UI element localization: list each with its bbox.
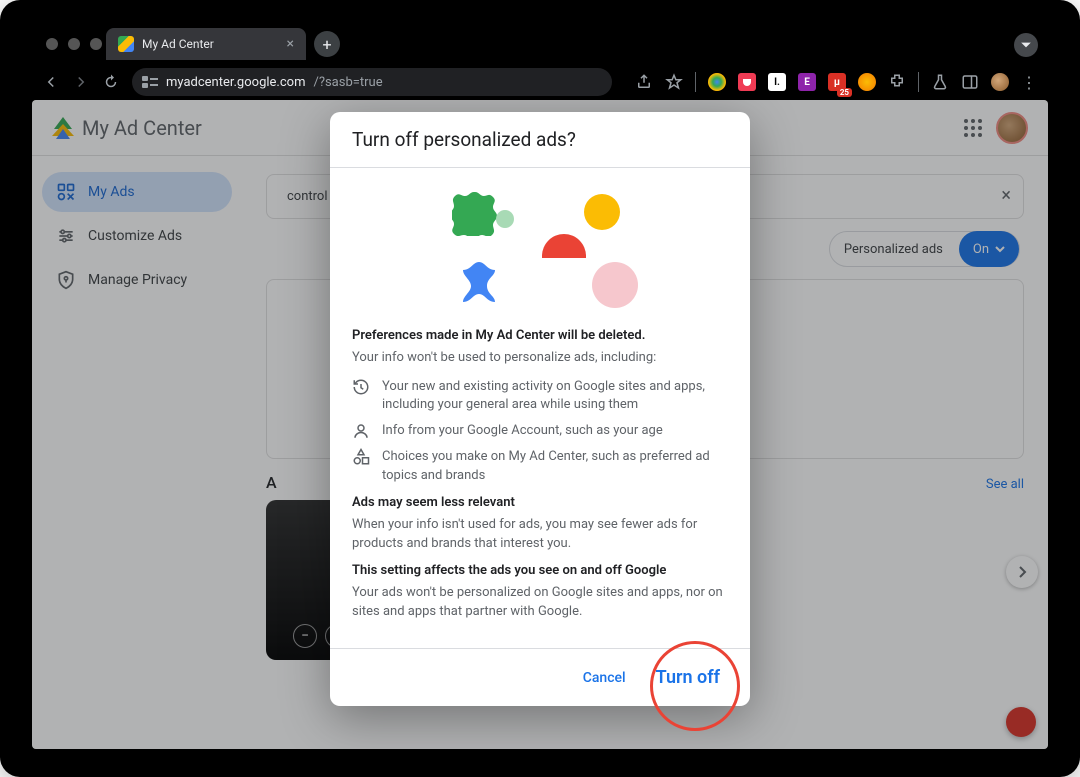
toolbar-separator <box>918 72 919 92</box>
tab-favicon <box>118 36 134 52</box>
dialog-section-body: When your info isn't used for ads, you m… <box>352 516 728 554</box>
tabs-overflow-button[interactable] <box>1014 33 1038 57</box>
dialog-bullet-list: Your new and existing activity on Google… <box>352 378 728 485</box>
person-icon <box>352 422 370 440</box>
toolbar: myadcenter.google.com /?sasb=true I. E µ … <box>32 64 1048 100</box>
window-controls[interactable] <box>46 38 102 50</box>
toolbar-separator <box>695 72 696 92</box>
browser-window: My Ad Center × + myadcenter.google.com /?… <box>0 0 1080 777</box>
dialog-section-title: This setting affects the ads you see on … <box>352 563 728 578</box>
tab-strip: My Ad Center × + <box>106 26 1040 62</box>
forward-icon[interactable] <box>72 73 90 91</box>
dialog-section-body: Your ads won't be personalized on Google… <box>352 584 728 622</box>
address-bar[interactable]: myadcenter.google.com /?sasb=true <box>132 68 612 96</box>
traffic-light-max[interactable] <box>90 38 102 50</box>
bullet-text: Info from your Google Account, such as y… <box>382 422 663 440</box>
traffic-light-close[interactable] <box>46 38 58 50</box>
extension-icon[interactable]: I. <box>768 73 786 91</box>
bullet-text: Choices you make on My Ad Center, such a… <box>382 448 728 484</box>
profile-avatar-icon[interactable] <box>991 73 1009 91</box>
dialog-intro: Your info won't be used to personalize a… <box>352 349 728 368</box>
bullet-text: Your new and existing activity on Google… <box>382 378 728 414</box>
dialog-illustration <box>352 180 728 320</box>
dialog-title: Turn off personalized ads? <box>352 128 728 151</box>
new-tab-button[interactable]: + <box>314 31 340 57</box>
dialog-footer: Cancel Turn off <box>330 648 750 706</box>
back-icon[interactable] <box>42 73 60 91</box>
tab-close-icon[interactable]: × <box>287 36 294 52</box>
side-panel-icon[interactable] <box>961 73 979 91</box>
extensions-icon[interactable] <box>888 73 906 91</box>
extension-icon[interactable] <box>858 73 876 91</box>
dialog-subheading: Preferences made in My Ad Center will be… <box>352 328 728 343</box>
bookmark-icon[interactable] <box>665 73 683 91</box>
dialog-section-title: Ads may seem less relevant <box>352 495 728 510</box>
reload-icon[interactable] <box>102 73 120 91</box>
category-icon <box>352 448 370 484</box>
tab-active[interactable]: My Ad Center × <box>106 28 306 60</box>
browser-menu-icon[interactable]: ⋮ <box>1021 73 1038 92</box>
page-viewport: My Ad Center My Ads Customize Ads Manage… <box>32 100 1048 749</box>
toolbar-right: I. E µ ⋮ <box>635 72 1038 92</box>
extension-icon[interactable]: E <box>798 73 816 91</box>
confirm-dialog: Turn off personalized ads? Preferences m… <box>330 112 750 706</box>
cancel-button[interactable]: Cancel <box>571 659 638 696</box>
extension-adblock-icon[interactable]: µ <box>828 73 846 91</box>
history-icon <box>352 378 370 414</box>
traffic-light-min[interactable] <box>68 38 80 50</box>
share-icon[interactable] <box>635 73 653 91</box>
url-host: myadcenter.google.com <box>166 75 305 90</box>
labs-icon[interactable] <box>931 73 949 91</box>
tab-title: My Ad Center <box>142 37 279 51</box>
url-path: /?sasb=true <box>313 75 382 90</box>
dialog-body: Preferences made in My Ad Center will be… <box>330 168 750 648</box>
site-settings-icon[interactable] <box>142 76 158 88</box>
extension-pocket-icon[interactable] <box>738 73 756 91</box>
extension-icon[interactable] <box>708 73 726 91</box>
turn-off-button[interactable]: Turn off <box>644 659 732 696</box>
